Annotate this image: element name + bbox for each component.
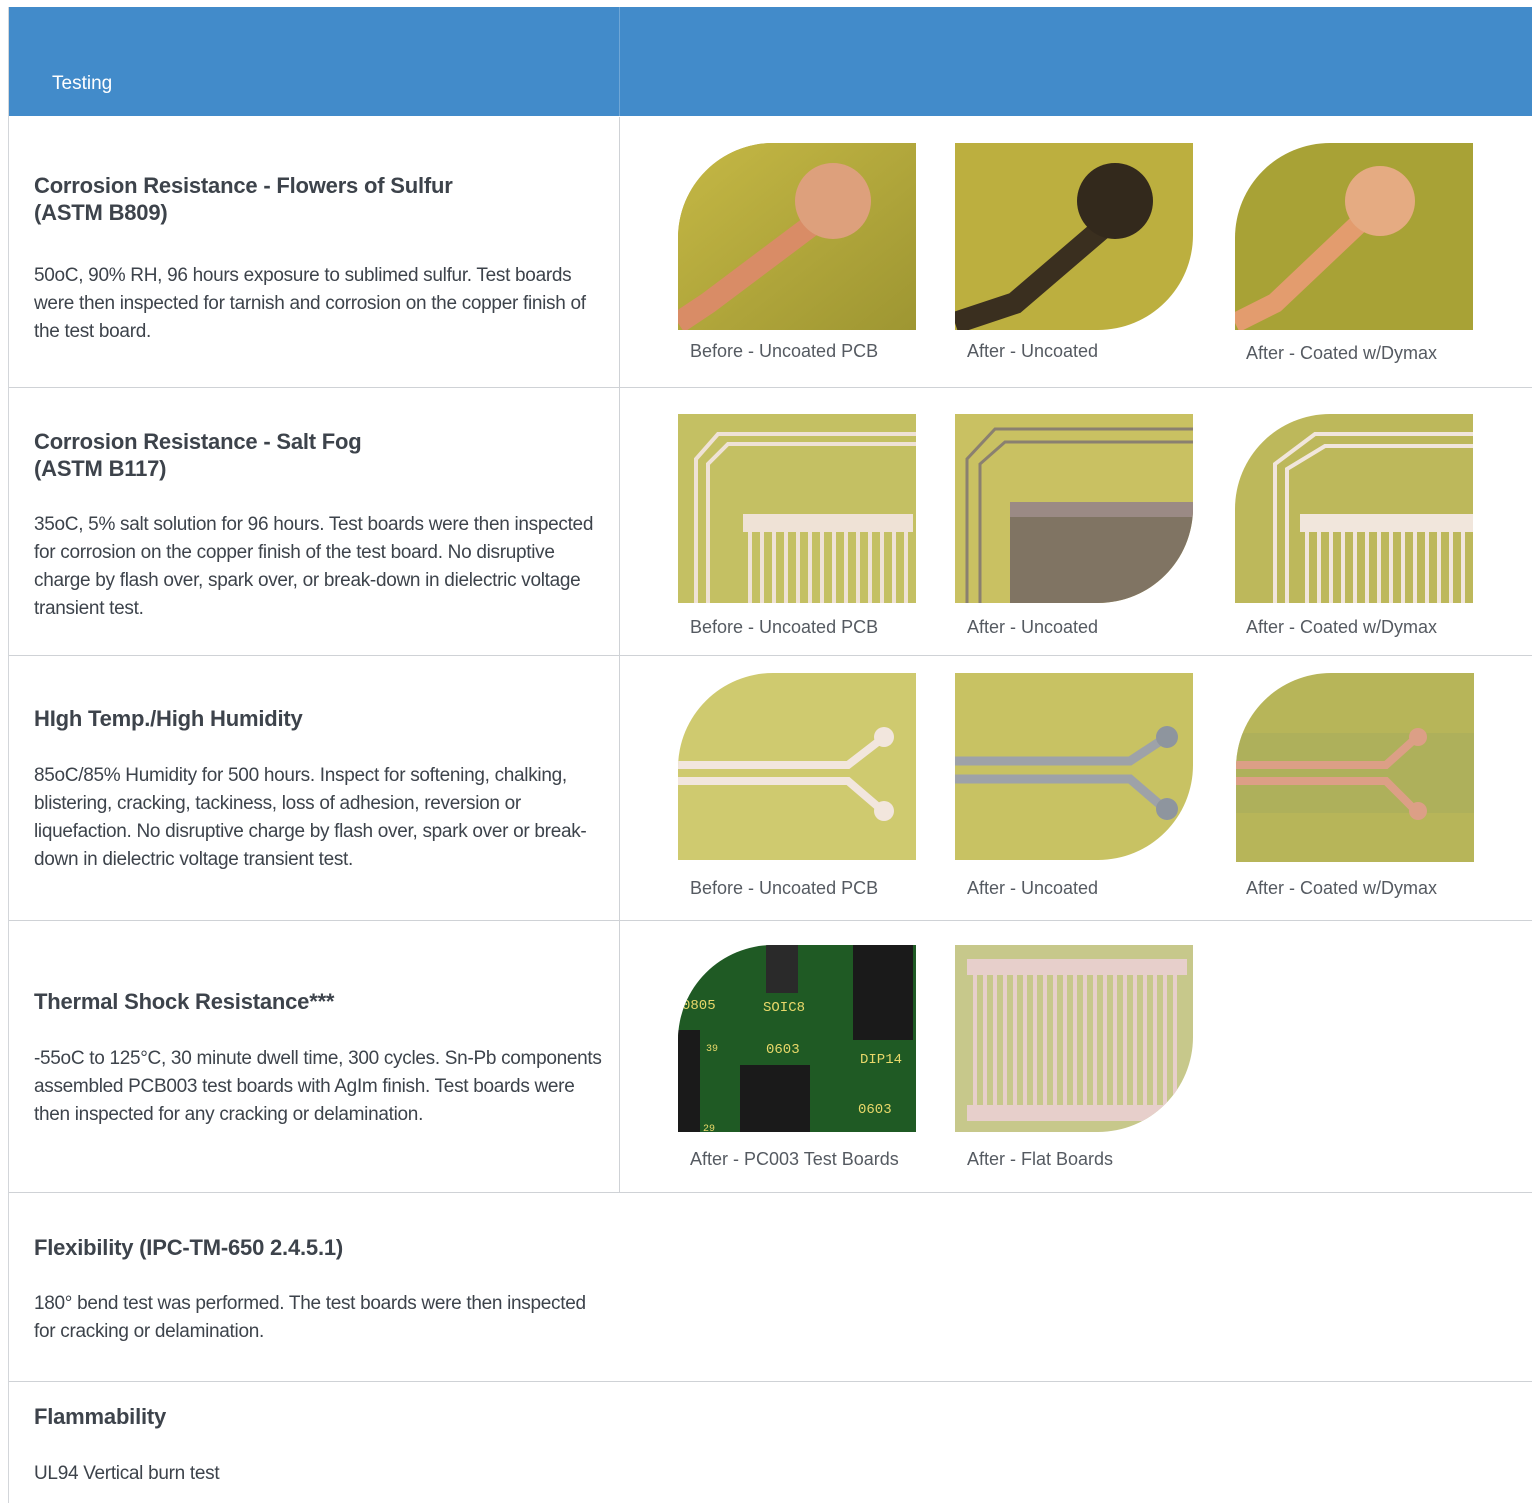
pcb-corroded-comb-photo bbox=[955, 414, 1193, 603]
pcb-coated-fork-photo bbox=[1236, 673, 1474, 862]
test-title: Thermal Shock Resistance*** bbox=[34, 989, 335, 1014]
test-description: -55oC to 125°C, 30 minute dwell time, 30… bbox=[34, 1048, 602, 1125]
image-caption: Before - Uncoated PCB bbox=[690, 878, 879, 898]
image-caption: Before - Uncoated PCB bbox=[690, 341, 879, 361]
test-description: 85oC/85% Humidity for 500 hours. Inspect… bbox=[34, 765, 587, 870]
pcb-flat-comb-photo bbox=[955, 945, 1193, 1132]
test-row-flowers-of-sulfur: Corrosion Resistance - Flowers of Sulfur… bbox=[9, 117, 1532, 388]
test-row-flammability: Flammability UL94 Vertical burn test bbox=[9, 1382, 1532, 1503]
test-row-text: Flammability UL94 Vertical burn test bbox=[9, 1382, 1532, 1503]
test-row-text: Corrosion Resistance - Salt Fog (ASTM B1… bbox=[9, 388, 620, 655]
test-row-text: Thermal Shock Resistance*** -55oC to 125… bbox=[9, 921, 620, 1192]
test-row-high-temp-humidity: HIgh Temp./High Humidity 85oC/85% Humidi… bbox=[9, 656, 1532, 921]
silkscreen-label: 0805 bbox=[682, 998, 716, 1014]
image-caption: After - Uncoated bbox=[967, 617, 1099, 637]
test-title: Corrosion Resistance - Salt Fog (ASTM B1… bbox=[34, 429, 362, 481]
test-title: Corrosion Resistance - Flowers of Sulfur… bbox=[34, 173, 453, 225]
silkscreen-label: 39 bbox=[706, 1044, 718, 1055]
pcb-comb-pattern-photo bbox=[678, 414, 916, 603]
test-row-text: Flexibility (IPC-TM-650 2.4.5.1) 180° be… bbox=[9, 1193, 1532, 1381]
test-row-text: HIgh Temp./High Humidity 85oC/85% Humidi… bbox=[9, 656, 620, 920]
image-caption: After - Flat Boards bbox=[967, 1149, 1114, 1169]
test-title: Flammability bbox=[34, 1404, 167, 1429]
test-row-text: Corrosion Resistance - Flowers of Sulfur… bbox=[9, 117, 620, 387]
pcb-copper-pad-photo bbox=[678, 143, 916, 330]
image-caption: After - Coated w/Dymax bbox=[1246, 617, 1438, 637]
table-header: Testing bbox=[9, 7, 1532, 116]
pcb-fork-trace-photo bbox=[678, 673, 916, 860]
pcb-assembled-board-photo: 0805 SOIC8 0603 DIP14 0603 39 29 bbox=[678, 945, 916, 1132]
test-description: 180° bend test was performed. The test b… bbox=[34, 1293, 586, 1342]
test-title: HIgh Temp./High Humidity bbox=[34, 706, 303, 731]
pcb-oxidized-fork-photo bbox=[955, 673, 1193, 860]
silkscreen-label: 0603 bbox=[858, 1102, 892, 1118]
test-description: 50oC, 90% RH, 96 hours exposure to subli… bbox=[34, 265, 586, 342]
test-row-flexibility: Flexibility (IPC-TM-650 2.4.5.1) 180° be… bbox=[9, 1193, 1532, 1382]
silkscreen-label: 29 bbox=[703, 1124, 715, 1132]
testing-table: Testing Corrosion Resistance - Flowers o… bbox=[8, 7, 1532, 1503]
image-caption: After - PC003 Test Boards bbox=[690, 1149, 899, 1169]
header-column-testing: Testing bbox=[9, 7, 620, 116]
pcb-coated-pad-photo bbox=[1235, 143, 1473, 330]
silkscreen-label: 0603 bbox=[766, 1042, 800, 1058]
image-caption: After - Uncoated bbox=[967, 341, 1099, 361]
test-description: UL94 Vertical burn test bbox=[34, 1463, 220, 1484]
silkscreen-label: DIP14 bbox=[860, 1052, 902, 1068]
test-row-thermal-shock: Thermal Shock Resistance*** -55oC to 125… bbox=[9, 921, 1532, 1193]
silkscreen-label: SOIC8 bbox=[763, 1000, 805, 1016]
pcb-coated-comb-photo bbox=[1235, 414, 1473, 603]
image-caption: After - Coated w/Dymax bbox=[1246, 878, 1438, 898]
test-title: Flexibility (IPC-TM-650 2.4.5.1) bbox=[34, 1235, 344, 1260]
header-label: Testing bbox=[52, 73, 113, 94]
image-caption: After - Uncoated bbox=[967, 878, 1099, 898]
test-row-salt-fog: Corrosion Resistance - Salt Fog (ASTM B1… bbox=[9, 388, 1532, 656]
image-caption: Before - Uncoated PCB bbox=[690, 617, 879, 637]
image-caption: After - Coated w/Dymax bbox=[1246, 343, 1438, 363]
pcb-tarnished-pad-photo bbox=[955, 143, 1193, 330]
test-description: 35oC, 5% salt solution for 96 hours. Tes… bbox=[34, 514, 594, 619]
